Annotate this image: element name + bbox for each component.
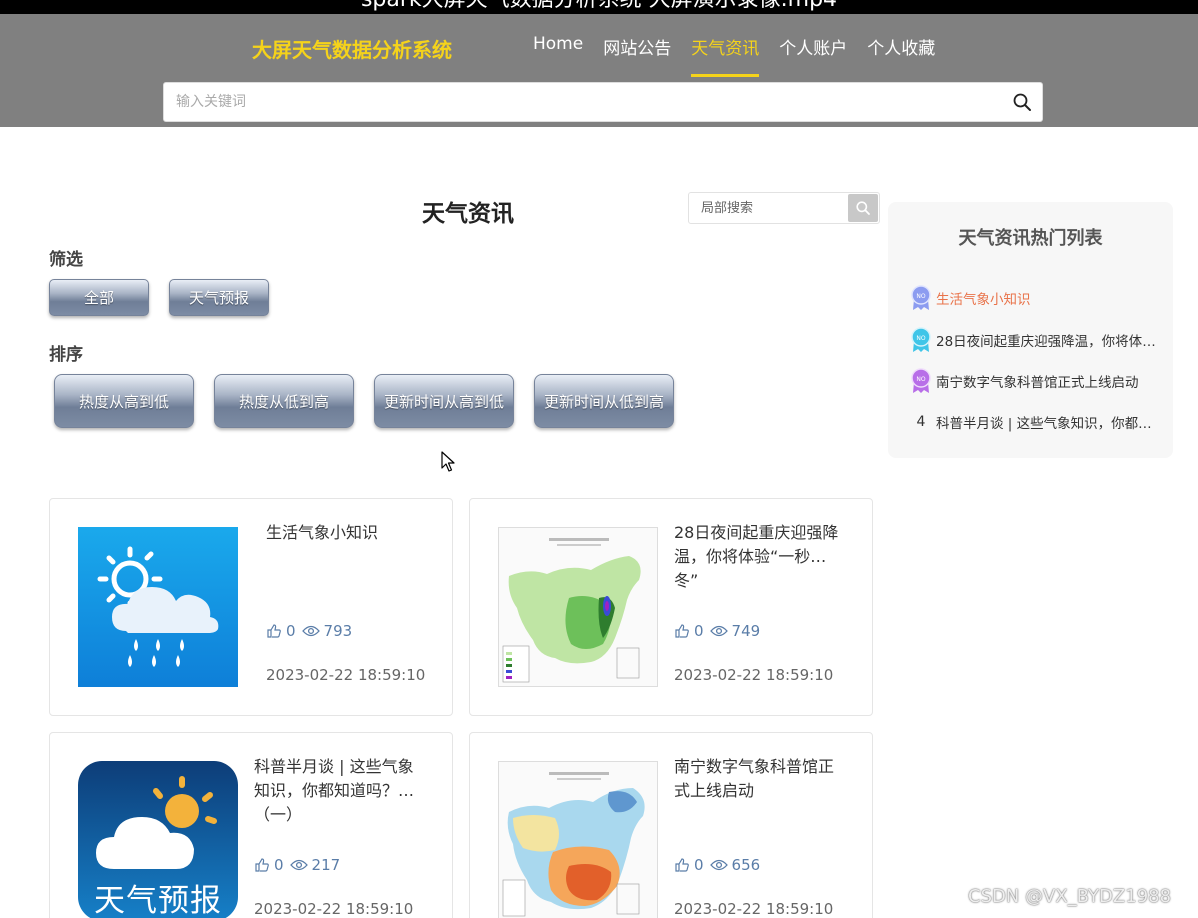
- mouse-cursor-icon: [441, 451, 455, 477]
- article-stats: 0 217: [254, 856, 340, 874]
- svg-text:NO: NO: [916, 293, 925, 300]
- article-title[interactable]: 生活气象小知识: [266, 521, 436, 593]
- sort-time-desc-button[interactable]: 更新时间从高到低: [374, 374, 514, 428]
- thumbs-up-icon[interactable]: [674, 857, 690, 873]
- article-card[interactable]: 28日夜间起重庆迎强降温，你将体验“一秒…冬” 0 749 2023-02-22…: [469, 498, 873, 716]
- view-count: 656: [731, 856, 761, 874]
- main-nav: Home 网站公告 天气资讯 个人账户 个人收藏: [520, 34, 955, 78]
- local-search-button[interactable]: [848, 194, 878, 222]
- hot-list-panel: 天气资讯热门列表 NO 生活气象小知识 NO 28日夜间起重庆迎强降温，你将体验…: [888, 202, 1173, 458]
- nav-home[interactable]: Home: [533, 34, 583, 78]
- forecast-app-image[interactable]: 天气预报: [78, 761, 238, 918]
- hot-item-text: 28日夜间起重庆迎强降温，你将体验“一秒入冬”: [936, 334, 1156, 350]
- nav-account[interactable]: 个人账户: [779, 34, 847, 78]
- medal-icon: NO: [906, 368, 936, 394]
- weather-rain-icon: [97, 546, 219, 667]
- article-stats: 0 656: [674, 856, 760, 874]
- china-temperature-map: [499, 762, 657, 918]
- article-title[interactable]: 南宁数字气象科普馆正式上线启动: [674, 755, 844, 827]
- like-count: 0: [694, 622, 704, 640]
- sort-hot-desc-button[interactable]: 热度从高到低: [54, 374, 194, 428]
- hot-list-item[interactable]: NO 28日夜间起重庆迎强降温，你将体验“一秒入冬”: [906, 326, 1156, 354]
- svg-text:NO: NO: [916, 376, 925, 383]
- eye-icon: [709, 625, 728, 637]
- filter-all-button[interactable]: 全部: [49, 279, 149, 316]
- hot-list-item[interactable]: 4 科普半月谈 | 这些气象知识，你都知道吗？（一）: [906, 408, 1156, 436]
- svg-text:NO: NO: [916, 335, 925, 342]
- filter-forecast-button[interactable]: 天气预报: [169, 279, 269, 316]
- article-date: 2023-02-22 18:59:10: [674, 900, 834, 918]
- article-date: 2023-02-22 18:59:10: [266, 666, 426, 684]
- app-icon-text: 天气预报: [94, 883, 222, 918]
- temperature-map-image[interactable]: [498, 761, 658, 918]
- article-date: 2023-02-22 18:59:10: [674, 666, 834, 684]
- article-title[interactable]: 科普半月谈 | 这些气象知识，你都知道吗？…（一）: [254, 755, 424, 827]
- weather-rain-image[interactable]: [78, 527, 238, 687]
- video-title: spark大屏天气数据分析系统 大屏演示录像.mp4: [0, 0, 1198, 13]
- video-title-bar: spark大屏天气数据分析系统 大屏演示录像.mp4: [0, 0, 1198, 14]
- article-card[interactable]: 天气预报 科普半月谈 | 这些气象知识，你都知道吗？…（一） 0 217 202…: [49, 732, 453, 918]
- thumbs-up-icon[interactable]: [254, 857, 270, 873]
- medal-icon: NO: [906, 285, 936, 311]
- header: 大屏天气数据分析系统 Home 网站公告 天气资讯 个人账户 个人收藏: [0, 14, 1198, 127]
- hot-list-title: 天气资讯热门列表: [958, 228, 1103, 249]
- eye-icon: [709, 859, 728, 871]
- hot-list-item[interactable]: NO 南宁数字气象科普馆正式上线启动: [906, 367, 1156, 395]
- nav-announcements[interactable]: 网站公告: [603, 34, 671, 78]
- nav-weather-news[interactable]: 天气资讯: [691, 34, 760, 78]
- local-search-input[interactable]: [689, 193, 847, 223]
- eye-icon: [289, 859, 308, 871]
- filter-label: 筛选: [49, 250, 83, 270]
- global-search-bar: [163, 82, 1043, 122]
- eye-icon: [301, 625, 320, 637]
- view-count: 217: [311, 856, 341, 874]
- article-stats: 0 749: [674, 622, 760, 640]
- search-icon[interactable]: [1012, 92, 1032, 112]
- view-count: 749: [731, 622, 761, 640]
- precipitation-map-image[interactable]: [498, 527, 658, 687]
- hot-item-text: 科普半月谈 | 这些气象知识，你都知道吗？（一）: [936, 416, 1156, 432]
- article-card[interactable]: 生活气象小知识 0 793 2023-02-22 18:59:10: [49, 498, 453, 716]
- thumbs-up-icon[interactable]: [266, 623, 282, 639]
- brand-title[interactable]: 大屏天气数据分析系统: [252, 34, 452, 63]
- like-count: 0: [274, 856, 284, 874]
- article-card[interactable]: 南宁数字气象科普馆正式上线启动 0 656 2023-02-22 18:59:1…: [469, 732, 873, 918]
- article-stats: 0 793: [266, 622, 352, 640]
- sort-time-asc-button[interactable]: 更新时间从低到高: [534, 374, 674, 428]
- hot-item-rank: 4: [916, 414, 926, 430]
- page-title: 天气资讯: [422, 201, 514, 227]
- hot-item-text: 南宁数字气象科普馆正式上线启动: [936, 375, 1139, 391]
- sort-label: 排序: [49, 345, 83, 365]
- local-search-box: [688, 192, 880, 224]
- hot-list-item[interactable]: NO 生活气象小知识: [906, 284, 1156, 312]
- nav-favorites[interactable]: 个人收藏: [867, 34, 935, 78]
- hot-item-text: 生活气象小知识: [936, 292, 1031, 308]
- sort-hot-asc-button[interactable]: 热度从低到高: [214, 374, 354, 428]
- global-search-input[interactable]: [164, 83, 984, 121]
- like-count: 0: [694, 856, 704, 874]
- china-precipitation-map: [499, 528, 657, 686]
- search-icon: [856, 201, 870, 215]
- article-title[interactable]: 28日夜间起重庆迎强降温，你将体验“一秒…冬”: [674, 521, 844, 593]
- like-count: 0: [286, 622, 296, 640]
- watermark: CSDN @VX_BYDZ1988: [968, 886, 1172, 907]
- article-date: 2023-02-22 18:59:10: [254, 900, 414, 918]
- view-count: 793: [323, 622, 353, 640]
- medal-icon: NO: [906, 327, 936, 353]
- thumbs-up-icon[interactable]: [674, 623, 690, 639]
